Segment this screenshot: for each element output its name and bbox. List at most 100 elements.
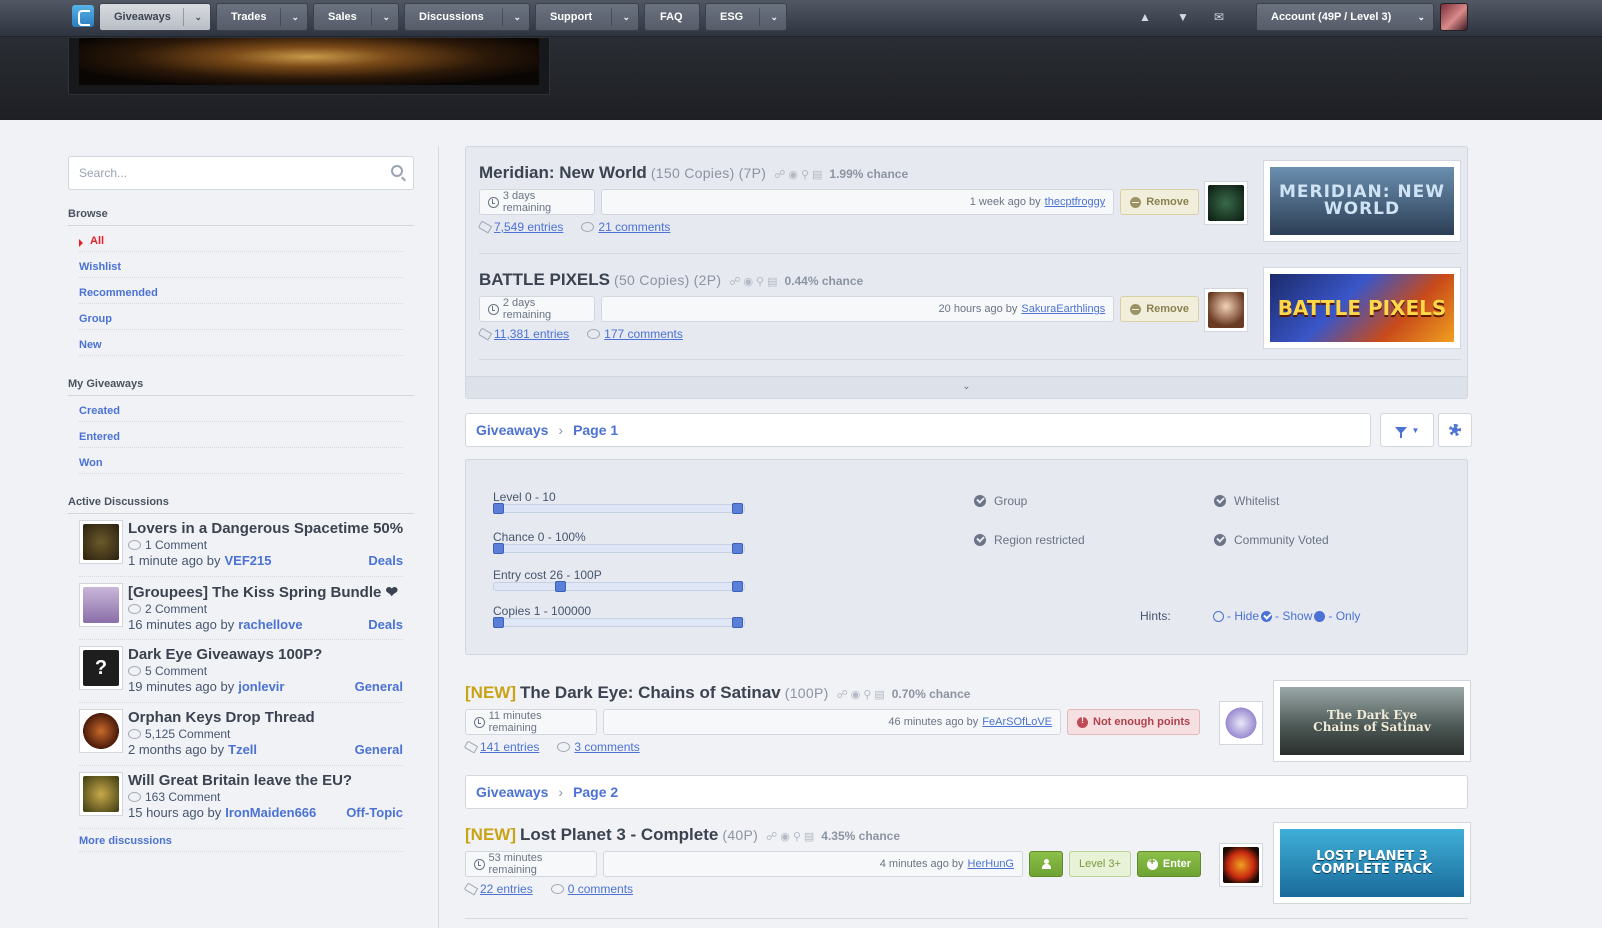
discussion-item[interactable]: ? Dark Eye Giveaways 100P? 5 Comment 19 …	[79, 640, 403, 703]
discussion-title[interactable]: [Groupees] The Kiss Spring Bundle ❤	[128, 583, 403, 601]
creator-avatar[interactable]	[1219, 701, 1263, 745]
gift-icon[interactable]: ▲	[1139, 10, 1151, 24]
game-image[interactable]: LOST PLANET 3 COMPLETE PACK	[1273, 822, 1471, 904]
trophy-icon[interactable]: ▼	[1177, 10, 1189, 24]
discussion-user[interactable]: jonlevir	[238, 679, 284, 694]
giveaway-title[interactable]: BATTLE PIXELS	[479, 270, 610, 290]
avatar[interactable]: ?	[79, 646, 123, 690]
entries-link[interactable]: 141 entries	[463, 740, 539, 754]
comments-link[interactable]: 177 comments	[587, 327, 683, 341]
avatar[interactable]	[79, 520, 123, 564]
steam-hide-search-icons[interactable]: ☍◉⚲▤	[729, 275, 780, 288]
game-image[interactable]: BATTLE PIXELS	[1263, 267, 1461, 349]
discussion-item[interactable]: [Groupees] The Kiss Spring Bundle ❤ 2 Co…	[79, 577, 403, 640]
whitelist-filter-toggle[interactable]: Whitelist	[1214, 494, 1279, 508]
game-image[interactable]: The Dark Eye Chains of Satinav	[1273, 680, 1471, 762]
nav-sales-button[interactable]: Sales ⌄	[313, 3, 399, 31]
entries-link[interactable]: 7,549 entries	[477, 220, 563, 234]
sidebar-item-recommended[interactable]: Recommended	[79, 278, 403, 304]
discussion-item[interactable]: Will Great Britain leave the EU? 163 Com…	[79, 766, 403, 829]
slider-handle-max[interactable]	[732, 617, 743, 628]
discussion-user[interactable]: rachellove	[238, 617, 302, 632]
sidebar-item-created[interactable]: Created	[79, 396, 403, 422]
sidebar-item-wishlist[interactable]: Wishlist	[79, 252, 403, 278]
nav-faq-button[interactable]: FAQ	[644, 3, 700, 31]
community-voted-filter-toggle[interactable]: Community Voted	[1214, 533, 1329, 547]
comments-link[interactable]: 21 comments	[581, 220, 670, 234]
level-slider[interactable]	[493, 503, 745, 514]
creator-link[interactable]: HerHunG	[968, 858, 1014, 870]
discussion-user[interactable]: VEF215	[225, 553, 272, 568]
breadcrumb-giveaways[interactable]: Giveaways	[476, 422, 548, 438]
envelope-icon[interactable]: ✉	[1214, 10, 1224, 24]
nav-trades-button[interactable]: Trades ⌄	[216, 3, 308, 31]
remove-button[interactable]: Remove	[1120, 189, 1199, 215]
account-dropdown[interactable]: Account (49P / Level 3) ⌄	[1256, 3, 1434, 31]
slider-handle-max[interactable]	[732, 581, 743, 592]
discussion-title[interactable]: Will Great Britain leave the EU?	[128, 772, 403, 789]
entries-link[interactable]: 11,381 entries	[477, 327, 569, 341]
avatar[interactable]	[79, 583, 123, 627]
slider-handle-min[interactable]	[493, 617, 504, 628]
breadcrumb-page[interactable]: Page 1	[573, 422, 618, 438]
copies-slider[interactable]	[493, 617, 745, 628]
breadcrumb-page[interactable]: Page 2	[573, 784, 618, 800]
chance-slider[interactable]	[493, 543, 745, 554]
slider-handle-max[interactable]	[732, 503, 743, 514]
sidebar-item-new[interactable]: New	[79, 330, 403, 356]
slider-handle-max[interactable]	[732, 543, 743, 554]
filter-button[interactable]: ▼	[1380, 413, 1434, 447]
creator-avatar[interactable]	[1204, 181, 1248, 225]
search-input[interactable]	[69, 157, 369, 189]
discussion-category[interactable]: General	[355, 742, 403, 757]
creator-link[interactable]: thecptfroggy	[1045, 196, 1106, 208]
discussion-title[interactable]: Orphan Keys Drop Thread	[128, 709, 403, 726]
not-enough-points-button[interactable]: Not enough points	[1067, 709, 1201, 735]
creator-avatar[interactable]	[1204, 288, 1248, 332]
expand-pinned-toggle[interactable]: ⌄	[466, 376, 1467, 398]
discussion-title[interactable]: Dark Eye Giveaways 100P?	[128, 646, 403, 663]
slider-handle-min[interactable]	[493, 503, 504, 514]
steam-hide-search-icons[interactable]: ☍◉⚲▤	[837, 688, 888, 701]
discussion-category[interactable]: General	[355, 679, 403, 694]
discussion-user[interactable]: IronMaiden666	[225, 805, 316, 820]
avatar[interactable]	[79, 772, 123, 816]
nav-esg-button[interactable]: ESG ⌄	[705, 3, 787, 31]
sidebar-item-group[interactable]: Group	[79, 304, 403, 330]
giveaway-title[interactable]: Meridian: New World	[479, 163, 647, 183]
nav-support-button[interactable]: Support ⌄	[535, 3, 639, 31]
remove-button[interactable]: Remove	[1120, 296, 1199, 322]
giveaway-title[interactable]: Lost Planet 3 - Complete	[520, 825, 718, 845]
discussion-title[interactable]: Lovers in a Dangerous Spacetime 50%	[128, 520, 403, 537]
avatar[interactable]	[79, 709, 123, 753]
comments-link[interactable]: 3 comments	[557, 740, 640, 754]
enter-button[interactable]: Enter	[1136, 851, 1202, 877]
sidebar-item-all[interactable]: All	[79, 226, 403, 252]
creator-avatar[interactable]	[1219, 843, 1263, 887]
region-restricted-filter-toggle[interactable]: Region restricted	[974, 533, 1085, 547]
nav-giveaways-button[interactable]: Giveaways ⌄	[99, 3, 211, 31]
steam-hide-search-icons[interactable]: ☍◉⚲▤	[766, 830, 817, 843]
game-image[interactable]: MERIDIAN: NEW WORLD	[1263, 160, 1461, 242]
entry-cost-slider[interactable]	[493, 581, 745, 592]
discussion-item[interactable]: Lovers in a Dangerous Spacetime 50% 1 Co…	[79, 514, 403, 577]
site-logo-icon[interactable]	[72, 5, 94, 27]
entries-link[interactable]: 22 entries	[463, 882, 533, 896]
sidebar-item-entered[interactable]: Entered	[79, 422, 403, 448]
breadcrumb-giveaways[interactable]: Giveaways	[476, 784, 548, 800]
comments-link[interactable]: 0 comments	[550, 882, 633, 896]
giveaway-title[interactable]: The Dark Eye: Chains of Satinav	[520, 683, 781, 703]
steam-hide-search-icons[interactable]: ☍◉⚲▤	[774, 168, 825, 181]
discussion-category[interactable]: Off-Topic	[346, 805, 403, 820]
settings-button[interactable]	[1438, 413, 1472, 447]
search-icon[interactable]	[391, 165, 403, 177]
creator-link[interactable]: FeArSOfLoVE	[982, 716, 1052, 728]
nav-discussions-button[interactable]: Discussions ⌄	[404, 3, 530, 31]
discussion-category[interactable]: Deals	[368, 553, 403, 568]
discussion-item[interactable]: Orphan Keys Drop Thread 5,125 Comment 2 …	[79, 703, 403, 766]
more-discussions-link[interactable]: More discussions	[79, 835, 403, 852]
slider-handle-min[interactable]	[555, 581, 567, 592]
user-avatar[interactable]	[1440, 3, 1468, 31]
creator-link[interactable]: SakuraEarthlings	[1021, 303, 1105, 315]
discussion-user[interactable]: Tzell	[228, 742, 257, 757]
